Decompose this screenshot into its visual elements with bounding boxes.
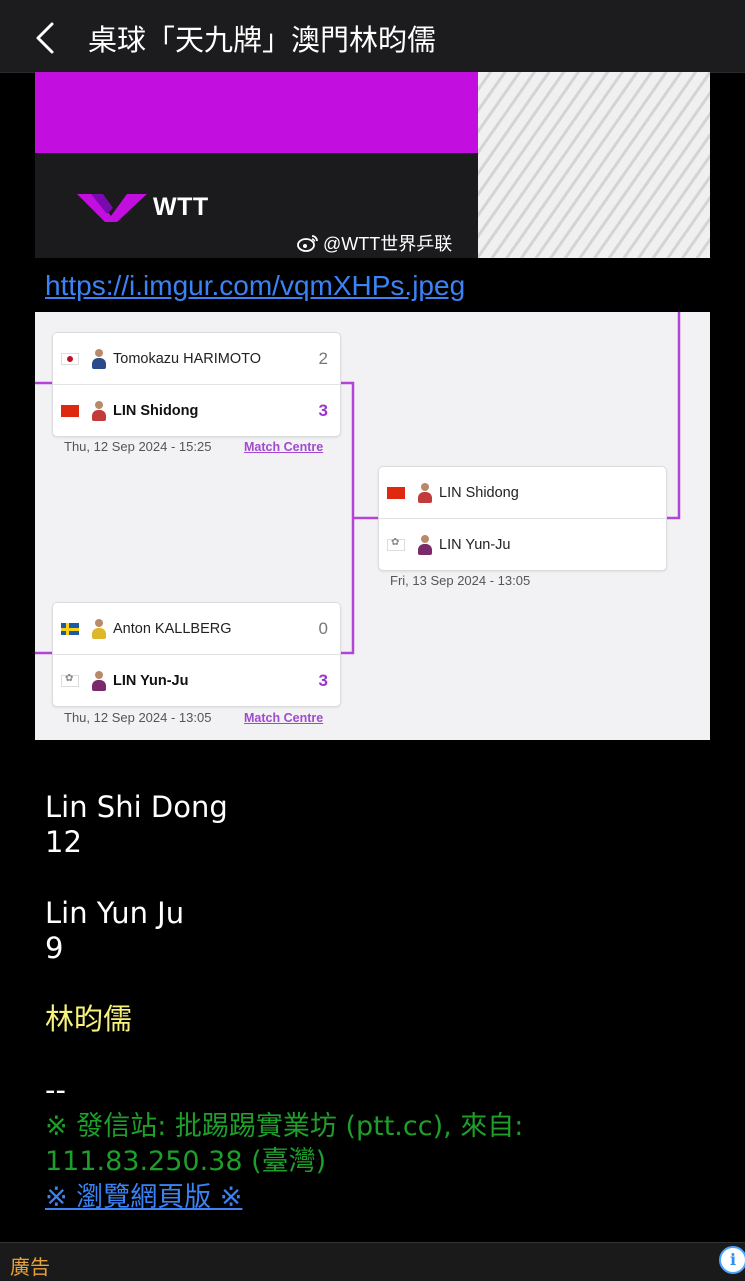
china-flag-icon [61,404,79,417]
sweden-flag-icon [61,622,79,635]
player-name: LIN Yun-Ju [439,536,511,553]
player-score: 3 [318,400,328,420]
chinese-taipei-flag-icon [387,537,405,551]
player-name: LIN Shidong [113,402,199,419]
chinese-taipei-flag-icon [61,673,79,687]
player-score: 0 [318,618,328,638]
match-date: Thu, 12 Sep 2024 - 13:05 [64,710,212,725]
player-row: LIN Yun-Ju [379,518,666,570]
wtt-logo-text: WTT [153,192,209,221]
player-score: 3 [318,670,328,690]
match-card[interactable]: LIN Shidong LIN Yun-Ju [378,466,667,571]
player-name: Anton KALLBERG [113,620,232,637]
player-row: LIN Shidong [379,467,666,518]
match-date: Thu, 12 Sep 2024 - 15:25 [64,439,212,454]
source-line: ※ 發信站: 批踢踢實業坊 (ptt.cc), 來自: [45,1111,524,1142]
player-row: LIN Yun-Ju 3 [53,654,340,706]
banner-stripes [478,72,710,258]
wtt-logo-icon [77,194,147,222]
info-icon[interactable]: i [719,1246,745,1274]
match-card[interactable]: Tomokazu HARIMOTO 2 LIN Shidong 3 [52,332,341,437]
post-text-line: 9 [45,931,64,965]
weibo-icon [297,235,318,252]
wtt-logo: WTT [77,190,209,224]
match-centre-link[interactable]: Match Centre [244,440,323,454]
player-avatar-icon [417,534,433,555]
match-date: Fri, 13 Sep 2024 - 13:05 [390,573,531,588]
japan-flag-icon [61,352,79,365]
player-avatar-icon [91,670,107,691]
bracket-image: Tomokazu HARIMOTO 2 LIN Shidong 3 Thu, 1… [35,312,710,740]
player-name: Tomokazu HARIMOTO [113,350,261,367]
back-button[interactable] [28,18,62,58]
player-score: 2 [318,348,328,368]
player-row: Anton KALLBERG 0 [53,603,340,654]
top-nav-bar: 桌球「天九牌」澳門林昀儒 [0,0,745,73]
source-ip-line: 111.83.250.38 (臺灣) [45,1146,327,1177]
ad-bar: 廣告 i [0,1242,745,1281]
post-text-line: Lin Yun Ju [45,896,185,930]
match-centre-link[interactable]: Match Centre [244,711,323,725]
weibo-watermark: @WTT世界乒联 [297,230,452,256]
player-name: LIN Yun-Ju [113,672,189,689]
highlight-name: 林昀儒 [45,1002,133,1036]
browse-web-link[interactable]: ※ 瀏覽網頁版 ※ [45,1180,242,1215]
match-card[interactable]: Anton KALLBERG 0 LIN Yun-Ju 3 [52,602,341,707]
signature-separator: -- [45,1073,66,1107]
player-avatar-icon [91,348,107,369]
china-flag-icon [387,486,405,499]
player-name: LIN Shidong [439,484,519,501]
wtt-banner-image: WTT @WTT世界乒联 [35,72,710,258]
player-row: LIN Shidong 3 [53,384,340,436]
player-avatar-icon [91,400,107,421]
post-text-line: 12 [45,825,82,859]
image-link[interactable]: https://i.imgur.com/vqmXHPs.jpeg [45,270,465,302]
ad-label: 廣告 [10,1255,50,1279]
player-row: Tomokazu HARIMOTO 2 [53,333,340,384]
player-avatar-icon [91,618,107,639]
player-avatar-icon [417,482,433,503]
chevron-left-icon [36,22,54,54]
weibo-handle: @WTT世界乒联 [323,234,453,254]
page-title: 桌球「天九牌」澳門林昀儒 [88,23,437,57]
post-text-line: Lin Shi Dong [45,790,228,824]
